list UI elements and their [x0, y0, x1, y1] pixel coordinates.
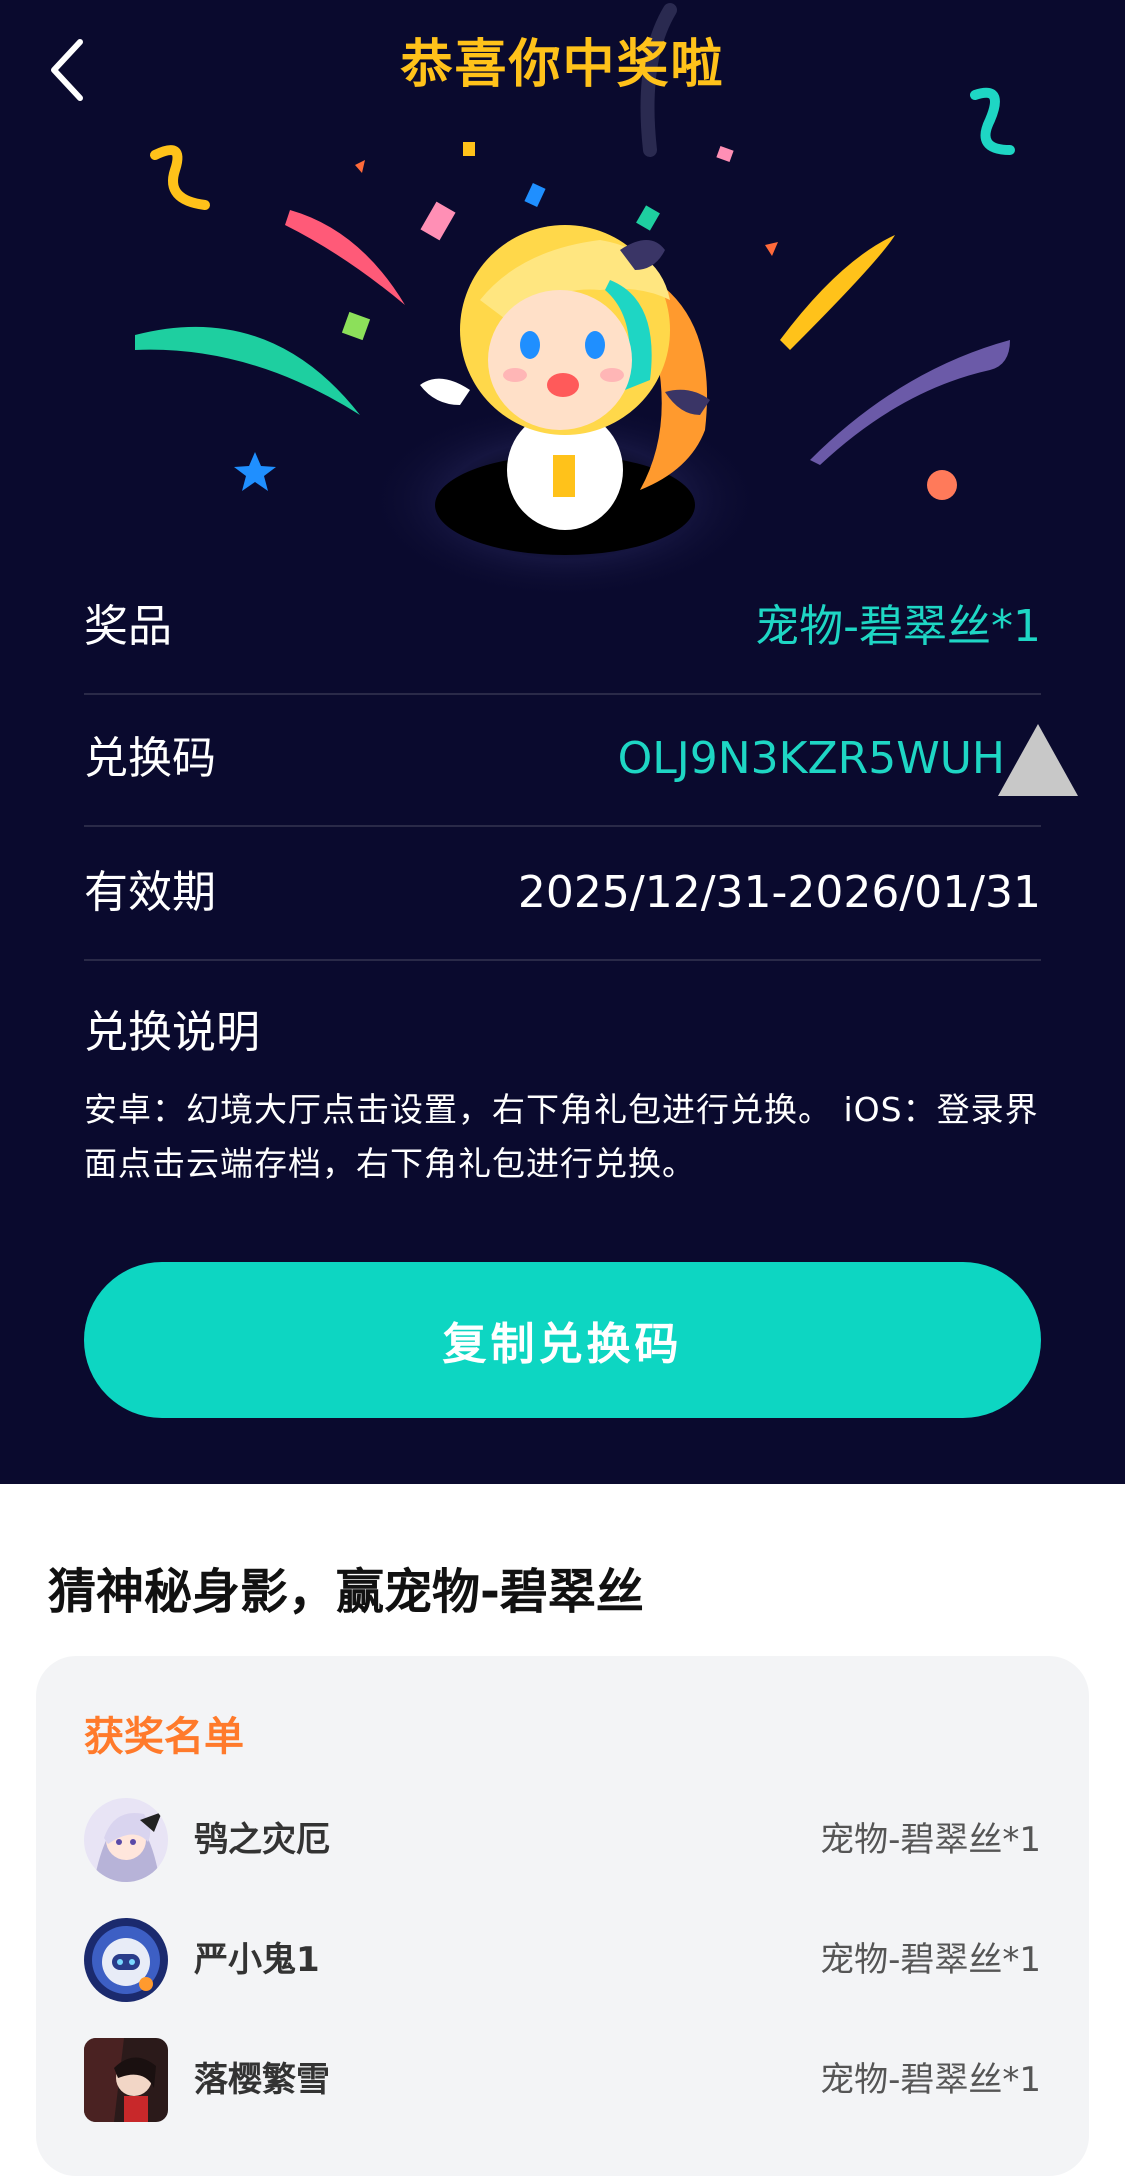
code-label: 兑换码 — [84, 733, 216, 784]
winner-name: 鸮之灾厄 — [194, 1820, 330, 1860]
avatar — [84, 2038, 168, 2122]
validity-row: 有效期 2025/12/31-2026/01/31 — [84, 827, 1041, 961]
event-title: 猜神秘身影，赢宠物-碧翠丝 — [48, 1564, 644, 1620]
prize-row: 奖品 宠物-碧翠丝*1 — [84, 561, 1041, 695]
winner-row[interactable]: 落樱繁雪 宠物-碧翠丝*1 — [84, 2038, 1041, 2122]
copy-code-button[interactable]: 复制兑换码 — [84, 1262, 1041, 1418]
validity-label: 有效期 — [84, 867, 216, 918]
winner-row[interactable]: 鸮之灾厄 宠物-碧翠丝*1 — [84, 1798, 1041, 1882]
winner-prize: 宠物-碧翠丝*1 — [820, 2060, 1041, 2100]
winners-card: 获奖名单 鸮之灾厄 宠物-碧翠丝*1 严小鬼1 宠物-碧翠丝*1 落樱繁雪 宠物… — [36, 1656, 1089, 2176]
page-title: 恭喜你中奖啦 — [400, 35, 725, 95]
avatar — [84, 1918, 168, 2002]
redaction-triangle-icon — [998, 724, 1078, 796]
prize-hero: 恭喜你中奖啦 奖品 宠物-碧翠丝*1 兑换码 OLJ9N3KZR5WUH 有效期… — [0, 0, 1125, 1484]
prize-value: 宠物-碧翠丝*1 — [755, 601, 1041, 652]
instructions-title: 兑换说明 — [84, 1007, 260, 1058]
redeem-code-value[interactable]: OLJ9N3KZR5WUH — [618, 693, 1005, 825]
winner-prize: 宠物-碧翠丝*1 — [820, 1820, 1041, 1860]
winner-name: 严小鬼1 — [194, 1940, 320, 1980]
winners-heading: 获奖名单 — [84, 1714, 244, 1760]
instructions-text: 安卓：幻境大厅点击设置，右下角礼包进行兑换。 iOS：登录界面点击云端存档，右下… — [84, 1090, 1039, 1183]
code-row: 兑换码 OLJ9N3KZR5WUH — [84, 693, 1041, 827]
winner-prize: 宠物-碧翠丝*1 — [820, 1940, 1041, 1980]
avatar — [84, 1798, 168, 1882]
prize-label: 奖品 — [84, 601, 172, 652]
winner-row[interactable]: 严小鬼1 宠物-碧翠丝*1 — [84, 1918, 1041, 2002]
validity-value: 2025/12/31-2026/01/31 — [517, 867, 1041, 918]
winner-name: 落樱繁雪 — [194, 2060, 330, 2100]
